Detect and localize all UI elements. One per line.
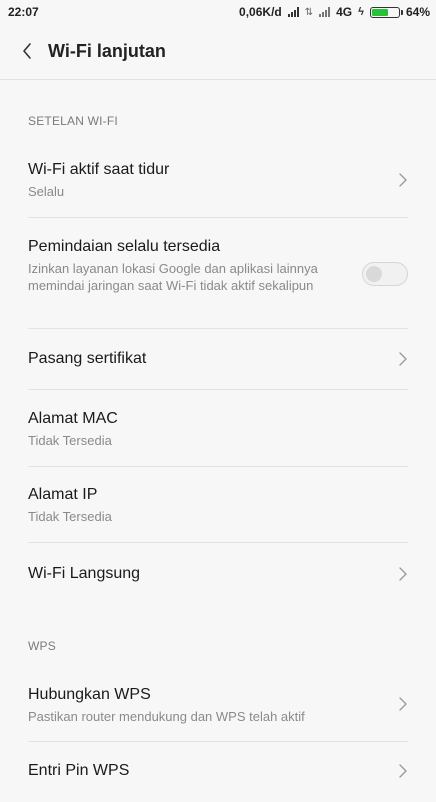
toggle-knob xyxy=(366,266,382,282)
setting-title: Pasang sertifikat xyxy=(28,350,147,367)
chevron-left-icon[interactable] xyxy=(16,39,40,63)
setting-wifi-direct[interactable]: Wi-Fi Langsung xyxy=(0,543,436,605)
chevron-right-icon xyxy=(396,697,410,711)
setting-ip-address: Alamat IP Tidak Tersedia xyxy=(0,467,436,543)
chevron-right-icon xyxy=(396,567,410,581)
setting-subtitle: Tidak Tersedia xyxy=(28,509,112,524)
setting-title: Hubungkan WPS xyxy=(28,686,151,703)
signal-secondary-icon xyxy=(319,7,331,17)
network-speed: 0,06K/d xyxy=(239,5,282,19)
section-header-wifi-settings: SETELAN WI-FI xyxy=(28,114,118,128)
setting-title: Wi-Fi aktif saat tidur xyxy=(28,161,170,178)
setting-title: Pemindaian selalu tersedia xyxy=(28,238,221,255)
setting-subtitle: Izinkan layanan lokasi Google dan aplika… xyxy=(28,261,318,293)
settings-list: SETELAN WI-FI Wi-Fi aktif saat tidur Sel… xyxy=(0,80,436,802)
setting-mac-address: Alamat MAC Tidak Tersedia xyxy=(0,390,436,467)
setting-title: Entri Pin WPS xyxy=(28,762,130,779)
network-type: 4G xyxy=(336,5,353,19)
setting-connect-wps[interactable]: Hubungkan WPS Pastikan router mendukung … xyxy=(0,666,436,742)
app-header: Wi-Fi lanjutan xyxy=(0,26,436,78)
signal-icon xyxy=(287,7,299,17)
setting-title: Alamat MAC xyxy=(28,410,118,427)
battery-level-fill xyxy=(371,8,388,16)
status-indicators: 0,06K/d ⇅ 4G ϟ 64% xyxy=(239,5,430,19)
status-time: 22:07 xyxy=(8,5,39,19)
setting-subtitle: Tidak Tersedia xyxy=(28,433,112,448)
scanning-toggle[interactable] xyxy=(362,262,408,286)
setting-install-certificate[interactable]: Pasang sertifikat xyxy=(0,329,436,390)
setting-title: Alamat IP xyxy=(28,486,98,503)
charging-icon: ϟ xyxy=(358,6,364,18)
setting-title: Wi-Fi Langsung xyxy=(28,565,141,582)
chevron-right-icon xyxy=(396,173,410,187)
chevron-right-icon xyxy=(396,352,410,366)
battery-icon xyxy=(369,6,403,18)
battery-percent: 64% xyxy=(405,5,430,19)
setting-wifi-sleep[interactable]: Wi-Fi aktif saat tidur Selalu xyxy=(0,141,436,218)
status-bar: 22:07 0,06K/d ⇅ 4G ϟ 64% xyxy=(0,0,436,26)
setting-scanning-always-available[interactable]: Pemindaian selalu tersedia Izinkan layan… xyxy=(0,218,436,329)
setting-subtitle: Pastikan router mendukung dan WPS telah … xyxy=(28,709,305,724)
section-header-wps: WPS xyxy=(28,639,56,653)
setting-subtitle: Selalu xyxy=(28,184,65,199)
data-arrows-icon: ⇅ xyxy=(304,6,314,18)
page-title: Wi-Fi lanjutan xyxy=(48,41,166,61)
setting-wps-pin-entry[interactable]: Entri Pin WPS xyxy=(0,742,436,802)
